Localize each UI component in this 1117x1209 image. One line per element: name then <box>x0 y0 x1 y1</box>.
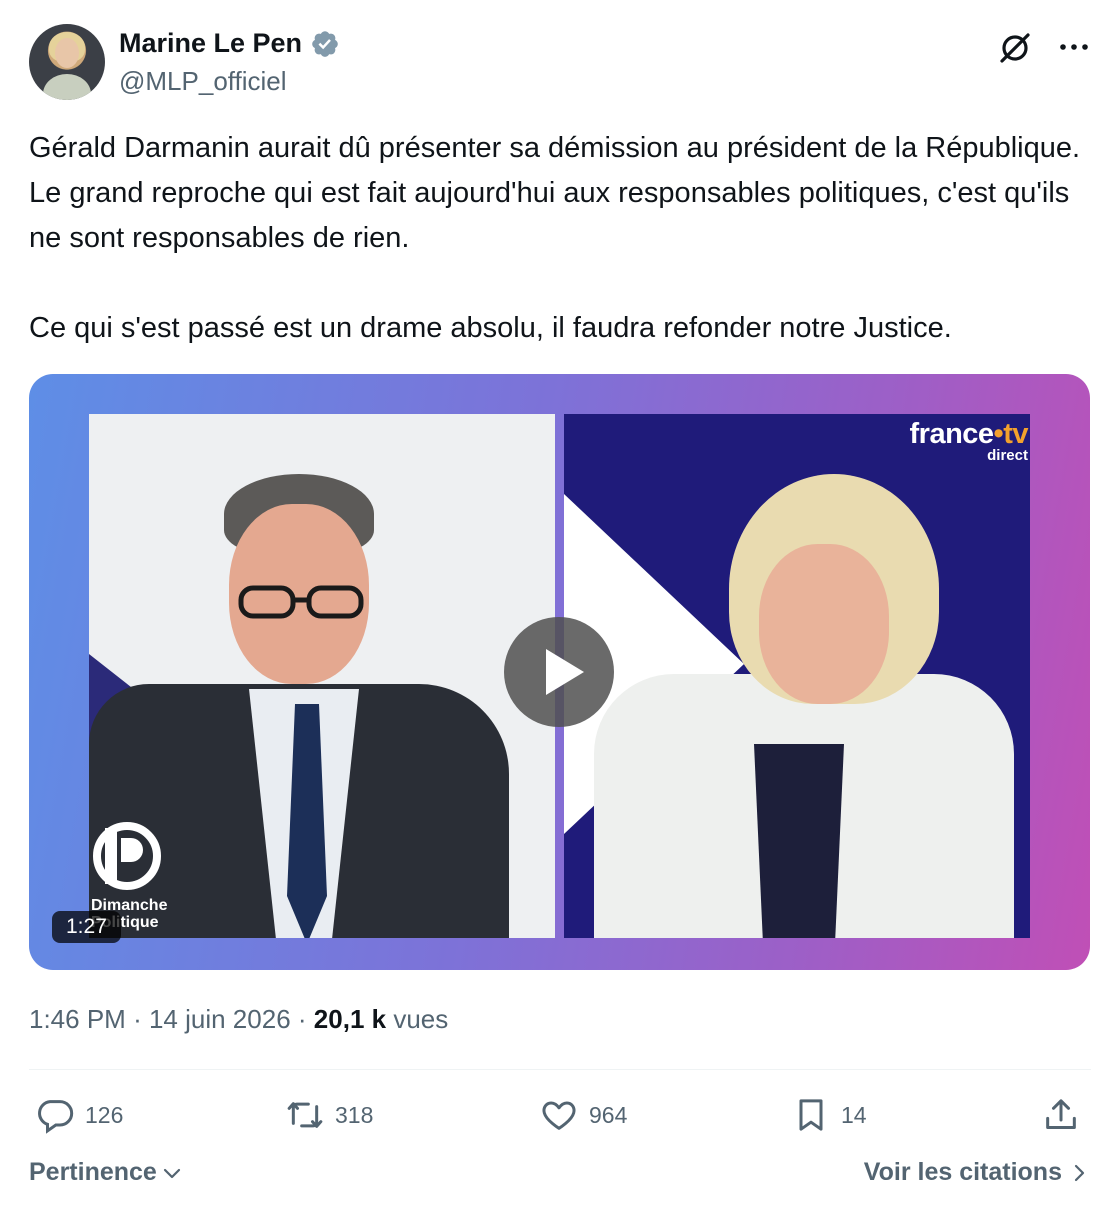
repost-button[interactable]: 318 <box>285 1090 373 1140</box>
channel-brand: france <box>909 418 995 450</box>
repost-icon <box>287 1102 323 1128</box>
tweet-date[interactable]: 14 juin 2026 <box>149 1004 291 1034</box>
video-duration: 1:27 <box>52 911 121 943</box>
sort-label: Pertinence <box>29 1158 157 1186</box>
video-player[interactable]: france•tv direct Dimanche Politique 1:27 <box>29 374 1090 970</box>
video-frame-right <box>564 414 1030 938</box>
tweet-header: Marine Le Pen @MLP_officiel <box>29 24 1091 104</box>
show-logo-mark-icon <box>93 822 161 890</box>
chevron-down-icon <box>163 1168 180 1178</box>
share-icon <box>1046 1099 1076 1129</box>
like-button[interactable]: 964 <box>539 1090 627 1140</box>
chevron-right-icon <box>1074 1164 1085 1181</box>
reply-icon <box>38 1100 74 1134</box>
view-quotes-label: Voir les citations <box>863 1158 1062 1186</box>
repost-count: 318 <box>335 1101 374 1128</box>
reply-count: 126 <box>85 1101 124 1128</box>
meta-separator-2: · <box>297 1004 307 1034</box>
channel-logo: france•tv direct <box>910 418 1029 464</box>
tweet-meta: 1:46 PM · 14 juin 2026 · 20,1 k vues <box>29 1004 448 1035</box>
divider <box>29 1069 1091 1070</box>
channel-brand-tv: tv <box>1003 418 1028 450</box>
reply-button[interactable]: 126 <box>35 1090 123 1140</box>
avatar[interactable] <box>29 24 105 100</box>
verified-badge-icon[interactable] <box>310 29 340 59</box>
author-name-row: Marine Le Pen <box>119 28 340 59</box>
author-handle[interactable]: @MLP_officiel <box>119 66 287 97</box>
channel-brand-dot: • <box>993 418 1004 450</box>
sort-dropdown[interactable]: Pertinence <box>29 1158 183 1187</box>
bookmark-button[interactable]: 14 <box>791 1090 867 1140</box>
action-bar: 126 318 964 14 <box>29 1090 1091 1140</box>
bookmark-icon <box>799 1099 823 1131</box>
view-quotes-link[interactable]: Voir les citations <box>864 1158 1088 1187</box>
bookmark-count: 14 <box>841 1101 867 1128</box>
views-count: 20,1 k <box>313 1004 387 1034</box>
author-display-name[interactable]: Marine Le Pen <box>119 28 302 59</box>
play-icon <box>546 649 584 695</box>
like-count: 964 <box>589 1101 628 1128</box>
more-icon[interactable] <box>1057 32 1091 62</box>
grok-icon[interactable] <box>997 30 1033 66</box>
share-button[interactable] <box>1041 1090 1081 1140</box>
tweet-text: Gérald Darmanin aurait dû présenter sa d… <box>29 132 1081 344</box>
meta-separator: · <box>133 1004 142 1034</box>
views-label: vues <box>393 1004 449 1034</box>
tweet-time[interactable]: 1:46 PM <box>29 1004 126 1034</box>
like-icon <box>542 1101 576 1130</box>
play-button[interactable] <box>504 617 614 727</box>
